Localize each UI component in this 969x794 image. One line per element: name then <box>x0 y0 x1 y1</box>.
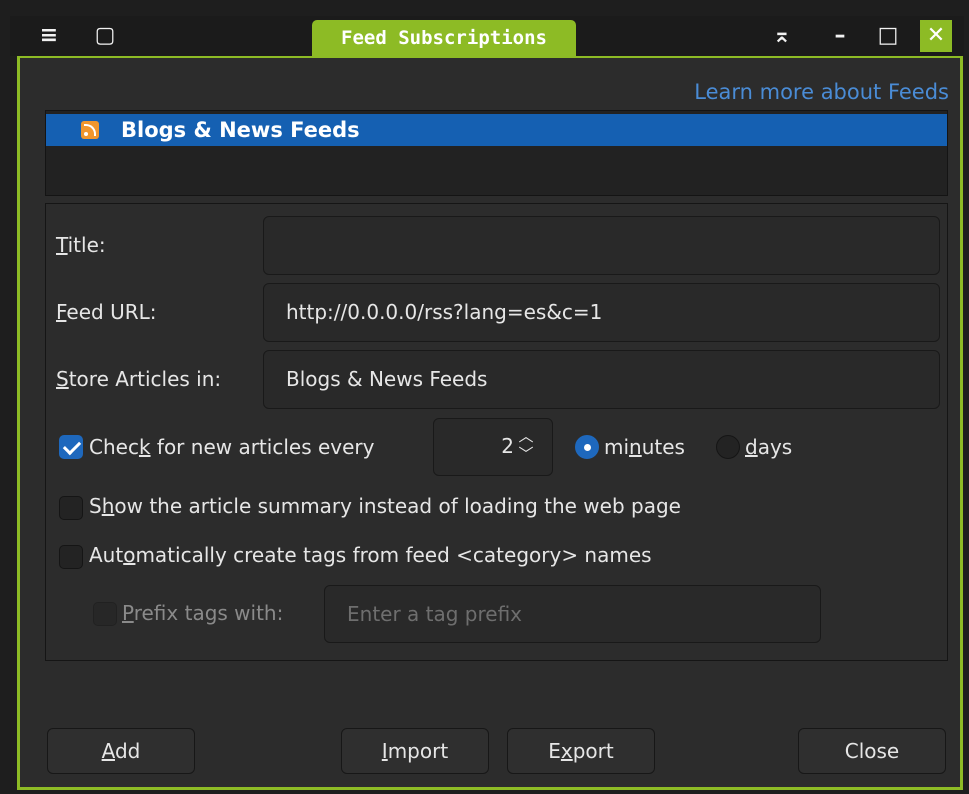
keep-above-icon[interactable]: ⌅ <box>766 20 798 52</box>
prefix-tags-label: Prefix tags with: <box>122 601 284 625</box>
interval-value: 2 <box>501 434 514 458</box>
window-title: Feed Subscriptions <box>312 20 576 56</box>
window-icon[interactable]: ▢ <box>90 16 120 56</box>
check-articles-checkbox[interactable] <box>59 435 83 459</box>
feed-tree[interactable]: Blogs & News Feeds <box>45 110 948 196</box>
show-summary-checkbox[interactable] <box>59 496 83 520</box>
auto-tags-label[interactable]: Automatically create tags from feed <cat… <box>89 543 652 567</box>
check-articles-label[interactable]: Check for new articles every <box>89 435 374 459</box>
spin-down-icon[interactable]: ﹀ <box>516 445 536 463</box>
tree-item-label: Blogs & News Feeds <box>121 118 360 142</box>
title-field[interactable] <box>263 216 940 275</box>
days-label[interactable]: days <box>745 435 792 459</box>
days-radio[interactable] <box>716 435 740 459</box>
prefix-tags-checkbox[interactable] <box>93 602 117 626</box>
minutes-label[interactable]: minutes <box>604 435 685 459</box>
close-button[interactable]: Close <box>798 728 946 774</box>
minimize-icon[interactable]: – <box>824 20 856 52</box>
tree-item-blogs-news-feeds[interactable]: Blogs & News Feeds <box>46 114 947 146</box>
interval-spinbox[interactable]: 2 ︿ ﹀ <box>433 418 553 476</box>
auto-tags-checkbox[interactable] <box>59 545 83 569</box>
menu-icon[interactable]: ≡ <box>34 16 64 56</box>
add-button[interactable]: Add <box>47 728 195 774</box>
export-button[interactable]: Export <box>507 728 655 774</box>
import-button[interactable]: Import <box>341 728 489 774</box>
maximize-icon[interactable]: □ <box>872 20 904 52</box>
store-articles-label: Store Articles in: <box>56 367 222 391</box>
learn-more-link[interactable]: Learn more about Feeds <box>694 80 949 104</box>
spin-up-icon[interactable]: ︿ <box>516 427 536 445</box>
prefix-tags-field[interactable]: Enter a tag prefix <box>324 585 821 643</box>
show-summary-label[interactable]: Show the article summary instead of load… <box>89 494 681 518</box>
close-icon[interactable]: ✕ <box>920 20 952 52</box>
rss-icon <box>81 121 99 139</box>
store-articles-field[interactable]: Blogs & News Feeds <box>263 350 940 409</box>
title-label: Title: <box>56 233 106 257</box>
feed-url-label: Feed URL: <box>56 300 157 324</box>
feed-url-field[interactable]: http://0.0.0.0/rss?lang=es&c=1 <box>263 283 940 342</box>
minutes-radio[interactable] <box>575 435 599 459</box>
